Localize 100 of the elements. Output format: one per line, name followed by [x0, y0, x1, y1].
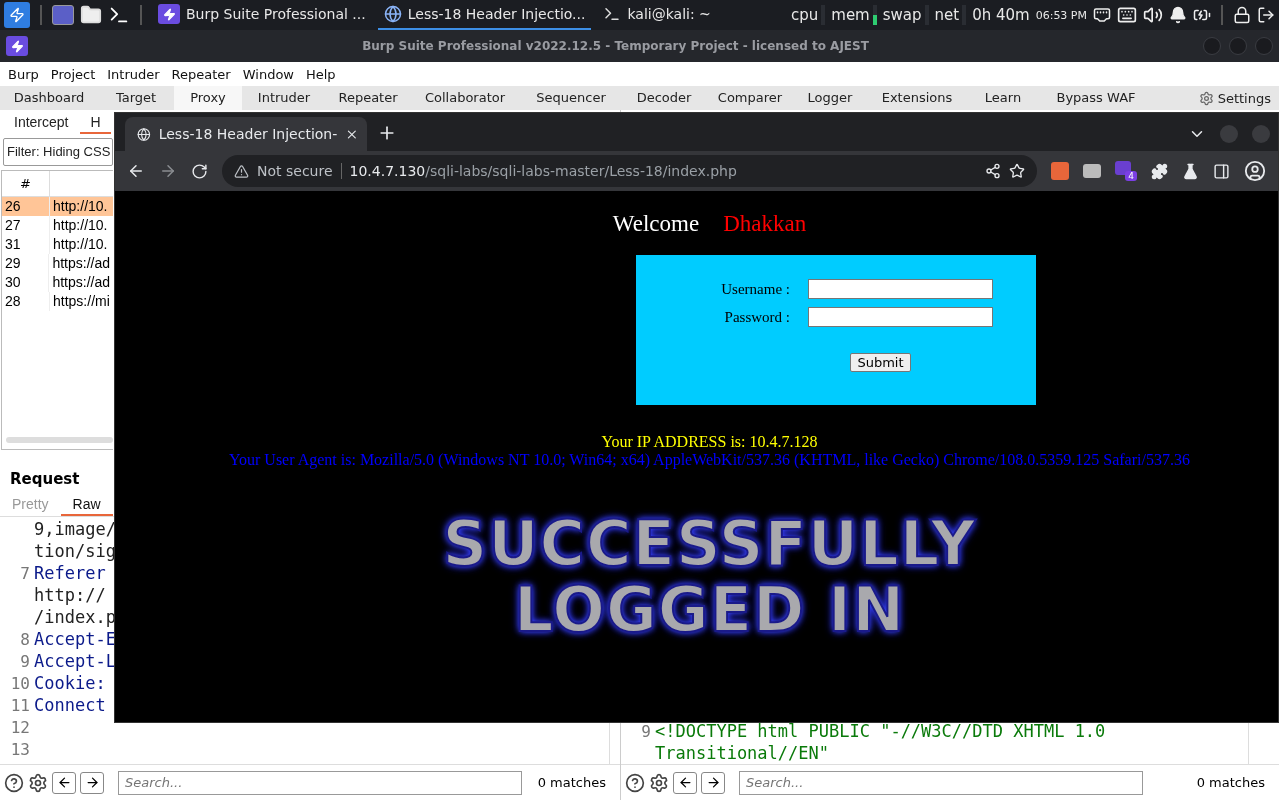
filter-bar[interactable]: Filter: Hiding CSS — [3, 138, 113, 166]
table-cell-text: https://ad — [51, 254, 111, 273]
volume-icon[interactable] — [1143, 5, 1163, 25]
main-tab[interactable]: Target — [98, 86, 174, 110]
scrollbar[interactable] — [6, 437, 113, 443]
match-count: 0 matches — [537, 775, 607, 790]
reload-icon[interactable] — [191, 162, 208, 180]
address-bar[interactable]: Not secure 10.4.7.130/sqli-labs/sqli-labs-master/Less-18/index.php — [222, 155, 1037, 187]
welcome-text: Welcome — [612, 211, 700, 237]
taskbar-task[interactable]: Burp Suite Professional ... — [152, 0, 372, 30]
settings-icon[interactable] — [28, 772, 48, 793]
monitor-label: net — [934, 6, 960, 24]
keyboard-icon[interactable] — [1117, 5, 1137, 25]
code-line: Accept-L — [33, 651, 116, 671]
lock-icon[interactable] — [1233, 6, 1251, 24]
settings-icon[interactable] — [1198, 90, 1214, 106]
forward-icon[interactable] — [159, 162, 177, 180]
code-line: <!DOCTYPE html PUBLIC "-//W3C//DTD XHTML 1.0 — [654, 721, 1106, 741]
history-row[interactable]: 26 http://10. — [2, 197, 113, 216]
globe-icon — [137, 126, 151, 142]
code-line: 9,image/ — [33, 519, 116, 539]
flask-icon[interactable] — [1182, 162, 1199, 180]
code-line: Transitional//EN" — [654, 743, 829, 763]
network-icon[interactable] — [1093, 6, 1111, 24]
main-tab[interactable]: Intruder — [242, 86, 326, 110]
sub-tab[interactable]: H — [80, 110, 111, 134]
main-tab[interactable]: Bypass WAF — [1038, 86, 1154, 110]
main-tab[interactable]: Dashboard — [0, 86, 98, 110]
puzzle-icon[interactable] — [1151, 162, 1168, 180]
clock-text: 06:53 PM — [1035, 8, 1087, 22]
main-tab[interactable]: Decoder — [622, 86, 706, 110]
banner-text: SUCCESSFULLY — [442, 511, 977, 577]
menu-item[interactable]: Help — [300, 66, 342, 82]
lightning-icon — [162, 7, 176, 21]
profile-icon[interactable] — [1244, 160, 1266, 182]
main-tab[interactable]: Repeater — [326, 86, 410, 110]
browser-tab[interactable]: Less-18 Header Injection- — [125, 117, 367, 151]
workspace-icon[interactable] — [52, 5, 74, 25]
bell-icon[interactable] — [1169, 6, 1187, 24]
arrow-right-icon — [84, 775, 100, 790]
line-number: 8 — [19, 629, 31, 649]
view-tab[interactable]: Raw — [60, 494, 113, 516]
main-tab[interactable]: Comparer — [706, 86, 794, 110]
input-field[interactable] — [808, 279, 993, 299]
uptime-text: 0h 40m — [972, 6, 1030, 24]
history-row[interactable]: 29 https://ad — [2, 254, 113, 273]
menu-item[interactable]: Intruder — [101, 66, 166, 82]
line-number: 7 — [19, 563, 31, 583]
user-name: Dhakkan — [723, 211, 807, 237]
previous-button[interactable] — [52, 771, 76, 794]
extension-badge: 4 — [1125, 171, 1137, 181]
main-tab[interactable]: Logger — [794, 86, 866, 110]
code-line: /index.p — [33, 607, 116, 627]
line-number: 12 — [9, 717, 31, 737]
main-tab[interactable]: Collaborator — [410, 86, 520, 110]
settings-icon[interactable] — [649, 772, 669, 793]
main-tab[interactable]: Learn — [968, 86, 1038, 110]
ip-address-text: Your IP ADDRESS is: 10.4.7.128 — [601, 433, 818, 451]
search-field[interactable]: Search... — [118, 770, 522, 795]
menu-item[interactable]: Project — [44, 66, 102, 82]
code-line: Referer — [33, 563, 106, 583]
settings-label[interactable]: Settings — [1217, 90, 1271, 106]
menu-item[interactable]: Window — [236, 66, 300, 82]
history-row[interactable]: 30 https://ad — [2, 273, 113, 292]
folder-icon[interactable] — [80, 4, 102, 26]
table-cell-text: http://10. — [52, 235, 109, 254]
search-field[interactable]: Search... — [739, 770, 1143, 795]
line-number: 13 — [9, 739, 31, 759]
previous-button[interactable] — [673, 771, 697, 794]
monitor-label: swap — [882, 6, 922, 24]
taskbar-task[interactable]: kali@kali: ~ — [597, 0, 717, 30]
line-number: 9 — [640, 721, 652, 741]
user-agent-text: Your User Agent is: Mozilla/5.0 (Windows NT 10.0; Win64; x64) AppleWebKit/537.36 (KHTML, like Gecko) Chrome/108.0.5359.125 Safari/537.36 — [229, 451, 1190, 469]
table-cell-text: https://ad — [51, 273, 111, 292]
line-number: 11 — [9, 695, 31, 715]
side-panel-icon[interactable] — [1213, 162, 1230, 180]
main-tab[interactable]: Extensions — [866, 86, 968, 110]
column-header[interactable]: # — [2, 171, 50, 196]
logout-icon[interactable] — [1257, 6, 1275, 24]
help-icon[interactable] — [4, 772, 24, 793]
terminal-icon — [603, 5, 622, 23]
star-icon[interactable] — [1009, 163, 1025, 179]
next-button[interactable] — [701, 771, 725, 794]
sub-tab[interactable]: Intercept — [4, 110, 79, 134]
table-cell: 28 — [2, 292, 50, 311]
monitor-label: mem — [831, 6, 870, 24]
help-icon[interactable] — [625, 772, 645, 793]
security-label[interactable]: Not secure — [257, 163, 342, 179]
monitor-meter — [872, 5, 877, 25]
menu-item[interactable]: Burp — [2, 66, 45, 82]
submit-button[interactable]: Submit — [850, 353, 911, 372]
back-icon[interactable] — [127, 162, 145, 180]
main-tab[interactable]: Sequencer — [520, 86, 622, 110]
menu-item[interactable]: Repeater — [165, 66, 237, 82]
input-field[interactable] — [808, 307, 993, 327]
main-tab[interactable]: Proxy — [174, 86, 242, 110]
code-line: http:// — [33, 585, 106, 605]
url-text: 10.4.7.130/sqli-labs/sqli-labs-master/Less-18/index.php — [349, 163, 737, 179]
next-button[interactable] — [80, 771, 104, 794]
share-icon[interactable] — [985, 163, 1001, 179]
